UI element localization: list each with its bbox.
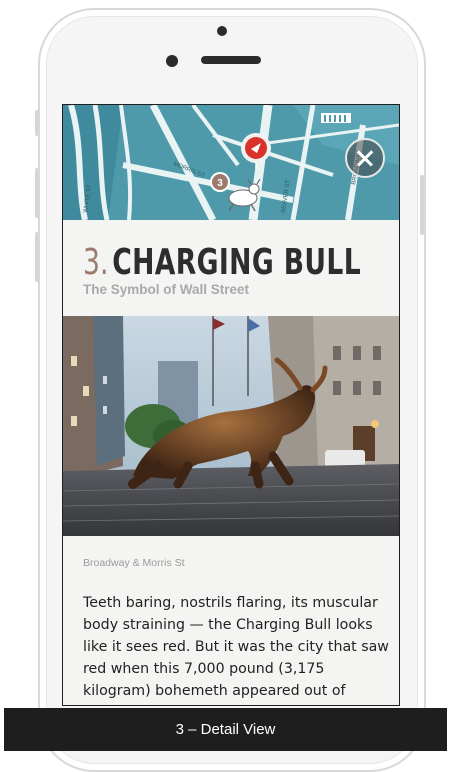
address-label: Broadway & Morris St xyxy=(83,557,185,569)
front-camera-icon xyxy=(166,55,178,67)
volume-down-button xyxy=(35,232,39,282)
caption-bar: 3 – Detail View xyxy=(4,708,447,751)
charging-bull-photo xyxy=(63,316,399,536)
camera-icon xyxy=(217,26,227,36)
title-number: 3. xyxy=(83,242,109,283)
speaker-grille xyxy=(201,56,261,64)
power-button xyxy=(420,175,424,235)
map-header[interactable]: MORRIS ST BROADWAY WHITE ST BEAVER ST 3 xyxy=(63,105,399,220)
caption-text: 3 – Detail View xyxy=(175,721,276,738)
app-screen: MORRIS ST BROADWAY WHITE ST BEAVER ST 3 xyxy=(62,104,400,706)
title-section: 3. CHARGING BULL The Symbol of Wall Stre… xyxy=(63,220,399,316)
volume-up-button xyxy=(35,168,39,218)
title-text: CHARGING BULL xyxy=(112,242,362,283)
page-subtitle: The Symbol of Wall Street xyxy=(83,282,250,297)
page-title: 3. CHARGING BULL xyxy=(83,242,361,283)
description-text: Teeth baring, nostrils flaring, its musc… xyxy=(83,595,389,699)
close-button[interactable] xyxy=(345,138,385,178)
building-icon xyxy=(321,113,351,123)
mute-switch xyxy=(35,110,39,136)
pin-label: 3 xyxy=(217,178,223,189)
detail-content: Broadway & Morris St Teeth baring, nostr… xyxy=(63,536,399,705)
numbered-pin[interactable]: 3 xyxy=(210,172,230,192)
